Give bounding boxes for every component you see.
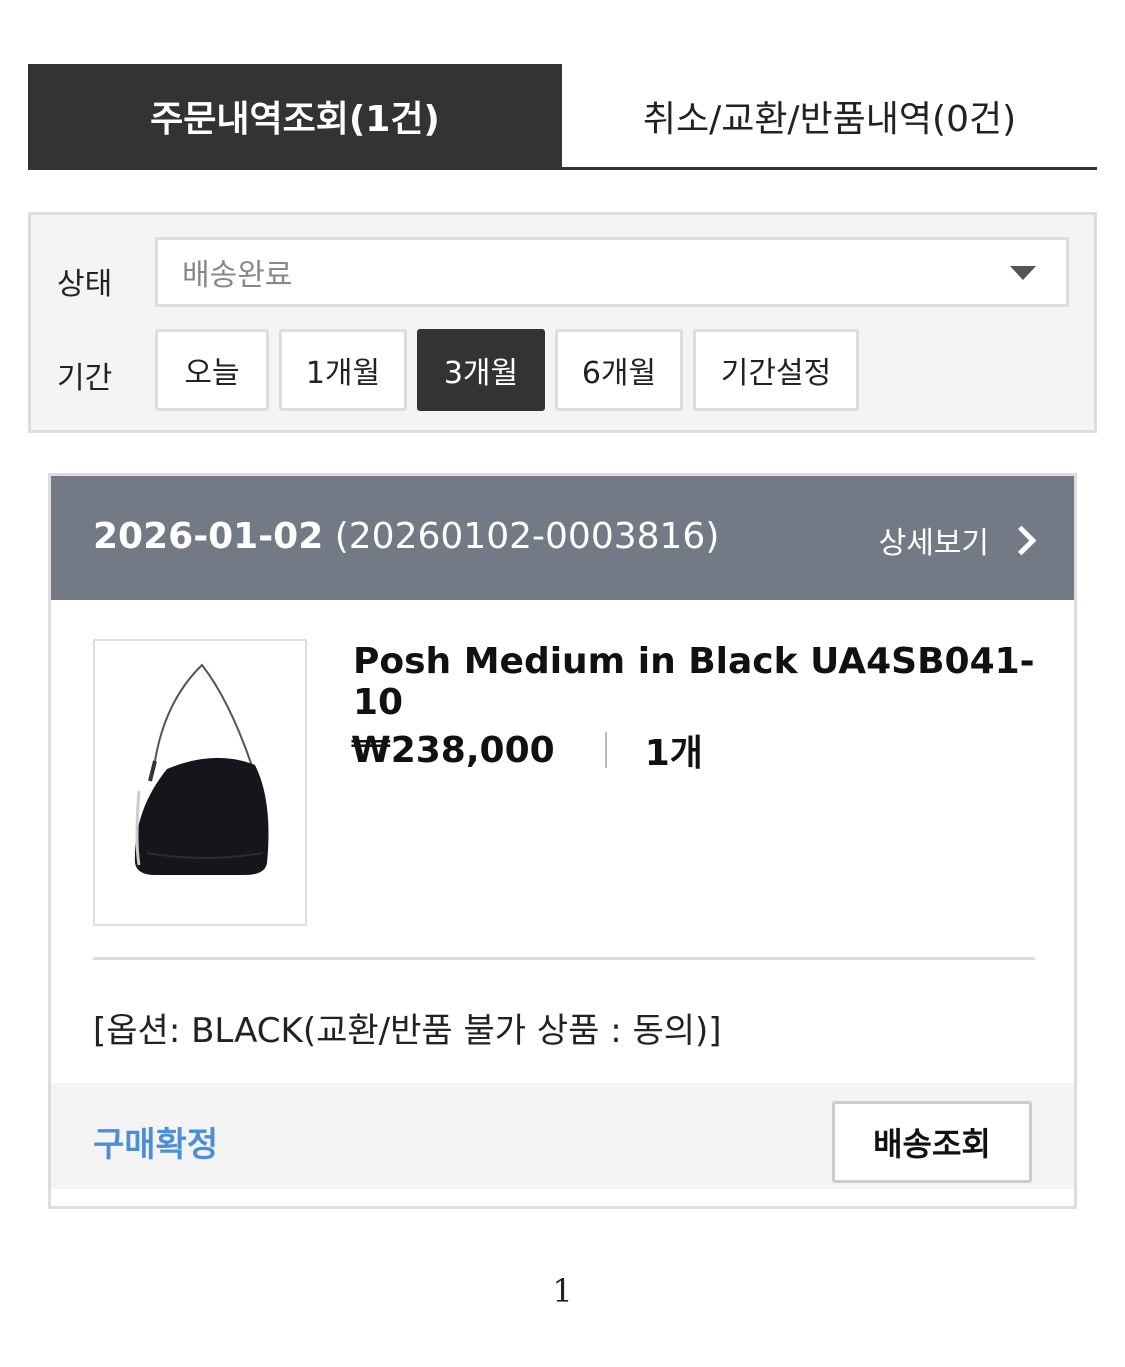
confirm-purchase-button[interactable]: 구매확정: [93, 1117, 218, 1166]
filter-panel: 상태 배송완료 기간 오늘 1개월 3개월 6개월 기간설정: [28, 212, 1097, 433]
price-quantity-row: ₩238,000 1개: [351, 724, 703, 776]
order-card-header: 2026-01-02 (20260102-0003816) 상세보기: [51, 476, 1074, 600]
status-select-value: 배송완료: [182, 258, 293, 293]
tab-cancel-exchange-return[interactable]: 취소/교환/반품내역(0건): [562, 64, 1097, 167]
price-divider: [604, 732, 607, 768]
period-3month-button[interactable]: 3개월: [417, 329, 545, 411]
order-date-line: 2026-01-02 (20260102-0003816): [93, 516, 719, 557]
order-date: 2026-01-02: [93, 516, 324, 557]
section-divider: [93, 957, 1035, 960]
period-custom-button[interactable]: 기간설정: [693, 329, 859, 411]
period-label: 기간: [57, 361, 113, 396]
track-delivery-button[interactable]: 배송조회: [832, 1101, 1032, 1183]
product-price: ₩238,000: [351, 729, 555, 771]
pagination: 1: [0, 1272, 1125, 1310]
status-select[interactable]: 배송완료: [155, 237, 1069, 307]
order-card-actions: 구매확정 배송조회: [51, 1083, 1074, 1189]
status-label: 상태: [57, 267, 113, 302]
chevron-right-icon: [1006, 525, 1037, 555]
dropdown-arrow-icon: [1010, 266, 1036, 280]
product-thumbnail[interactable]: [93, 639, 307, 926]
order-tabs: 주문내역조회(1건) 취소/교환/반품내역(0건): [28, 64, 1097, 170]
handbag-icon: [134, 663, 269, 875]
tab-order-history[interactable]: 주문내역조회(1건): [28, 64, 562, 167]
product-name[interactable]: Posh Medium in Black UA4SB041-10: [353, 641, 1074, 723]
page-number-current[interactable]: 1: [552, 1272, 572, 1310]
order-detail-link[interactable]: 상세보기: [878, 518, 1037, 562]
period-today-button[interactable]: 오늘: [155, 329, 269, 411]
period-6month-button[interactable]: 6개월: [555, 329, 683, 411]
order-card: 2026-01-02 (20260102-0003816) 상세보기 Posh …: [48, 473, 1077, 1209]
period-1month-button[interactable]: 1개월: [279, 329, 407, 411]
period-buttons: 오늘 1개월 3개월 6개월 기간설정: [155, 329, 859, 411]
product-quantity: 1개: [644, 733, 703, 774]
order-detail-label: 상세보기: [878, 526, 989, 561]
product-option: [옵션: BLACK(교환/반품 불가 상품 : 동의)]: [93, 1011, 722, 1051]
order-number: (20260102-0003816): [334, 516, 720, 557]
